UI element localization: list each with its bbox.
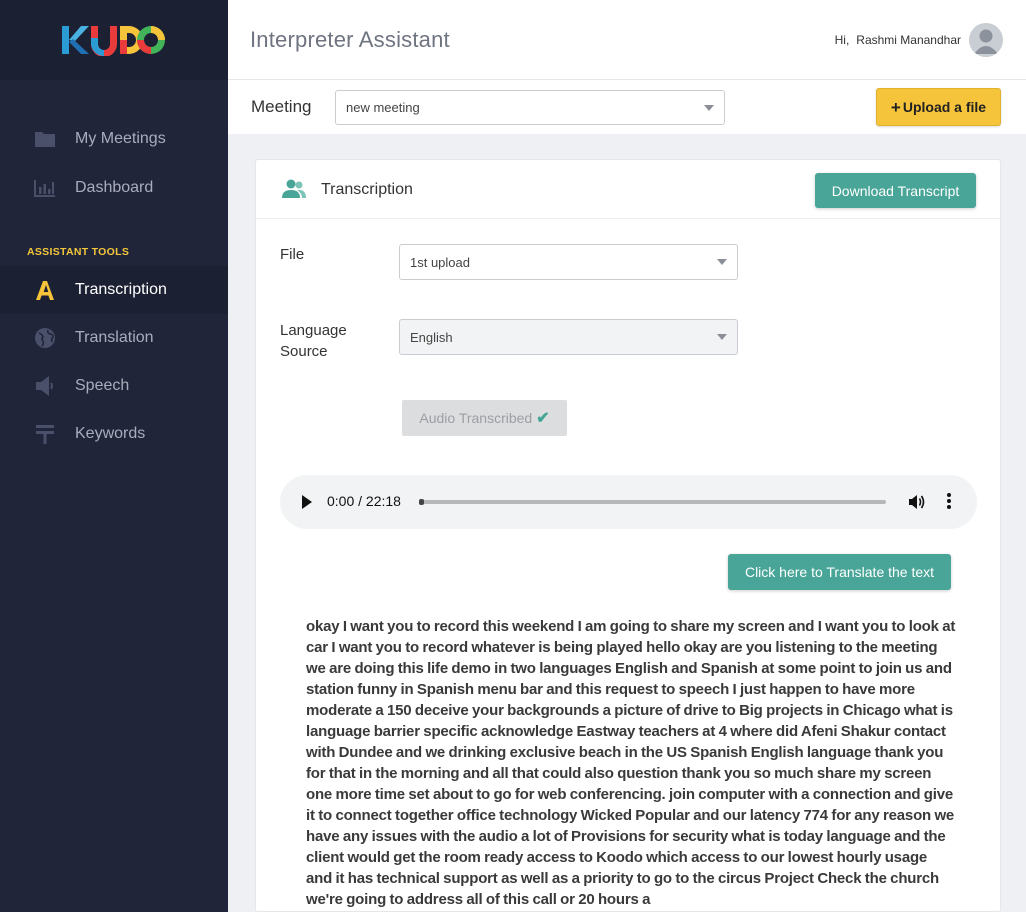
section-label-assistant-tools: ASSISTANT TOOLS [27,246,130,258]
audio-transcribed-button: Audio Transcribed ✔ [402,400,567,436]
sidebar-item-label: Translation [75,329,154,346]
card-title: Transcription [321,181,413,198]
download-transcript-button[interactable]: Download Transcript [815,173,976,208]
bar-chart-icon [33,176,57,200]
sidebar-nav: My Meetings Dashboard ASSISTANT TOOLS Tr… [0,80,228,458]
greeting: Hi, [834,33,850,47]
sidebar-item-label: Dashboard [75,178,154,196]
chevron-down-icon [717,259,727,265]
sidebar-item-keywords[interactable]: Keywords [0,410,228,458]
file-select-value: 1st upload [410,254,470,270]
audio-time: 0:00 / 22:18 [327,493,401,509]
audio-seek-bar[interactable] [419,499,886,505]
speaker-icon [33,374,57,398]
translate-text-button[interactable]: Click here to Translate the text [728,554,951,590]
folder-icon [33,127,57,151]
sidebar-item-transcription[interactable]: Transcription [0,266,228,314]
sidebar-item-label: Transcription [75,281,167,298]
sidebar: My Meetings Dashboard ASSISTANT TOOLS Tr… [0,0,228,912]
font-a-icon [33,278,57,302]
sidebar-item-speech[interactable]: Speech [0,362,228,410]
upload-file-label: Upload a file [902,99,987,115]
meeting-bar: Meeting new meeting + Upload a file [228,80,1026,134]
language-source-select[interactable]: English [399,319,738,355]
check-icon: ✔ [536,410,550,427]
top-header: Interpreter Assistant Hi, Rashmi Manandh… [228,0,1026,80]
sidebar-item-translation[interactable]: Translation [0,314,228,362]
user-menu[interactable]: Hi, Rashmi Manandhar [835,23,1003,57]
card-header: Transcription Download Transcript [256,160,1000,219]
sidebar-item-dashboard[interactable]: Dashboard [0,163,228,212]
meeting-select[interactable]: new meeting [335,90,725,125]
chevron-down-icon [704,104,714,111]
sidebar-item-label: My Meetings [75,129,166,147]
audio-transcribed-label: Audio Transcribed [419,410,533,426]
audio-player: 0:00 / 22:18 [280,475,977,529]
transcription-card: Transcription Download Transcript File 1… [255,159,1001,912]
meeting-label: Meeting [251,97,312,116]
play-icon[interactable] [302,495,312,509]
chevron-down-icon [717,334,727,340]
sidebar-item-label: Keywords [75,425,146,442]
avatar[interactable] [969,23,1003,57]
page-title: Interpreter Assistant [250,27,450,52]
transcript-text: okay I want you to record this weekend I… [306,618,956,908]
language-source-label: Language Source [280,322,347,360]
language-select-value: English [410,329,453,345]
users-icon [282,179,306,204]
volume-icon[interactable] [908,493,926,516]
globe-icon [33,326,57,350]
file-select[interactable]: 1st upload [399,244,738,280]
sidebar-item-my-meetings[interactable]: My Meetings [0,114,228,163]
plus-icon: + [890,97,901,117]
logo-area [0,0,228,80]
file-label: File [280,246,305,263]
kudo-logo[interactable] [62,24,166,56]
more-options-icon[interactable] [947,493,951,511]
text-icon [33,422,57,446]
meeting-select-value: new meeting [346,100,420,115]
audio-seek-handle[interactable] [419,499,424,505]
user-name: Rashmi Manandhar [856,33,961,47]
sidebar-item-label: Speech [75,377,130,394]
upload-file-button[interactable]: + Upload a file [876,88,1001,126]
